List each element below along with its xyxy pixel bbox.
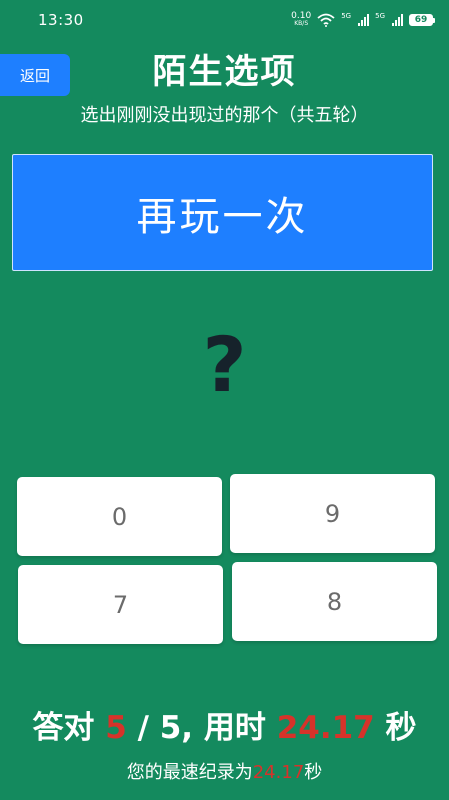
score-line: 答对 5 / 5, 用时 24.17 秒 [0, 702, 449, 747]
network-speed-unit: KB/S [294, 20, 309, 27]
signal-icon [358, 14, 370, 26]
sim2-label: 5G [375, 12, 385, 20]
elapsed-time: 24.17 [276, 710, 375, 746]
sim1-label: 5G [341, 12, 352, 20]
page-subtitle: 选出刚刚没出现过的那个（共五轮） [80, 105, 369, 126]
option-button-8[interactable]: 8 [232, 562, 437, 641]
option-button-0[interactable]: 0 [17, 477, 222, 556]
score-separator: / [137, 710, 149, 746]
time-unit: 秒 [385, 710, 417, 746]
question-mark: ? [202, 320, 247, 409]
score-correct: 5 [105, 710, 127, 746]
replay-button[interactable]: 再玩一次 [12, 154, 433, 271]
network-speed-value: 0.10 [291, 11, 312, 21]
status-time: 13:30 [38, 11, 84, 29]
record-time: 24.17 [252, 762, 305, 783]
network-speed: 0.10 KB/S [291, 12, 311, 28]
wifi-icon [317, 13, 335, 27]
record-unit: 秒 [304, 762, 323, 783]
score-total: 5, [159, 710, 194, 746]
battery-icon: 69 [409, 14, 435, 26]
status-bar: 13:30 0.10 KB/S 5G 5G 69 [0, 0, 449, 40]
option-button-7[interactable]: 7 [18, 565, 223, 644]
signal-icon-2 [392, 14, 403, 26]
battery-level: 69 [414, 15, 428, 25]
page-title: 陌生选项 [152, 52, 297, 92]
record-prefix: 您的最速纪录为 [126, 762, 253, 783]
score-prefix: 答对 [32, 710, 95, 746]
option-button-9[interactable]: 9 [230, 474, 435, 553]
best-record: 您的最速纪录为24.17秒 [0, 758, 449, 784]
time-prefix: 用时 [203, 710, 266, 746]
status-icons: 0.10 KB/S 5G 5G 69 [291, 12, 435, 28]
